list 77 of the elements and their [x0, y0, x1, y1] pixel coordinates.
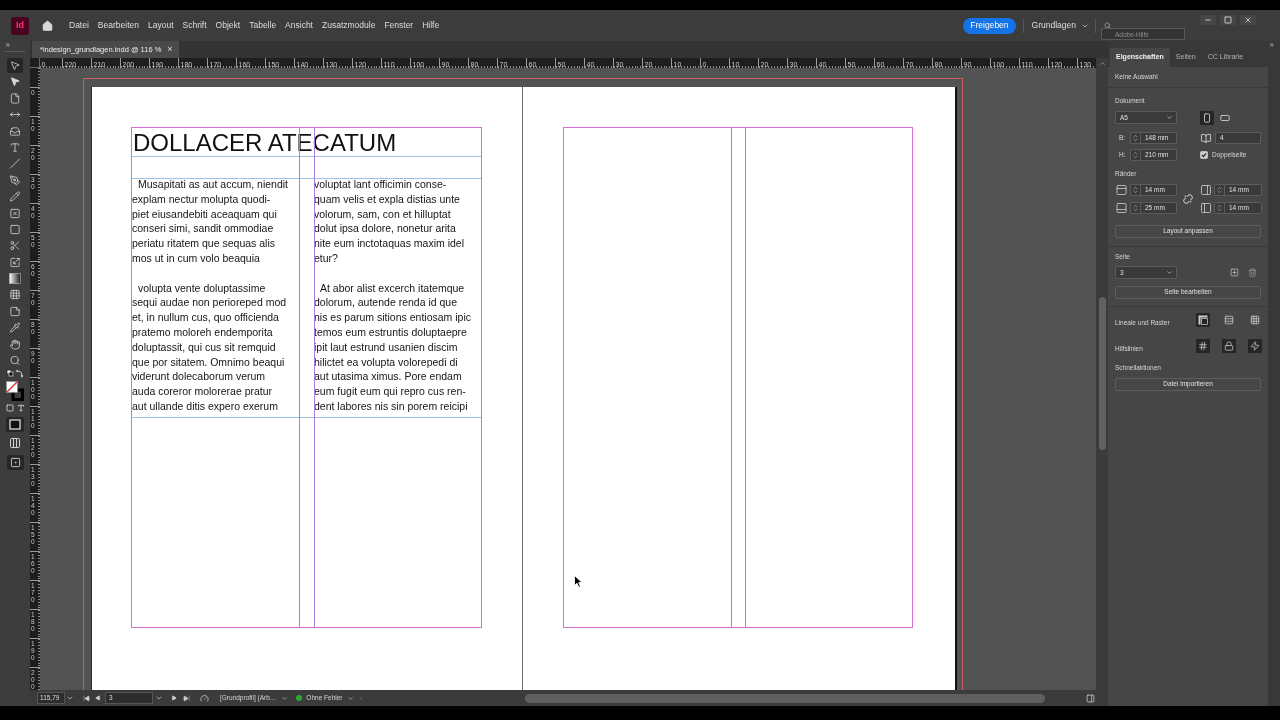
menu-item[interactable]: Schrift: [182, 19, 207, 32]
menu-item[interactable]: Datei: [69, 19, 89, 32]
close-tab-button[interactable]: ×: [167, 45, 173, 54]
body-paragraph: Musapitati as aut accum, niendit explam nectur molupta quodi- piet eiusandebiti aceaquam qui conseri simi, sandit ommodiae periatu ritatem que sequas alis mos ut in cum volo beaquia: [132, 177, 288, 266]
stepper-arrows-icon[interactable]: [1131, 133, 1141, 143]
right-triangle-icon[interactable]: [171, 695, 177, 701]
workspace-dropdown[interactable]: Grundlagen: [1031, 19, 1089, 32]
menu-item[interactable]: Objekt: [215, 19, 241, 32]
trash-icon[interactable]: [1248, 268, 1257, 277]
app-logo: Id: [11, 16, 29, 35]
open-book-icon: [1200, 132, 1212, 144]
left-triangle-icon[interactable]: [95, 695, 101, 701]
collapse-icon[interactable]: [1269, 41, 1275, 48]
page-heading: DOLLACER ATECATUM: [132, 127, 397, 157]
left-margin-icon: [1200, 202, 1212, 214]
minimize-icon[interactable]: [1200, 15, 1216, 25]
hand-icon[interactable]: [7, 336, 23, 352]
rows-icon[interactable]: [1222, 313, 1236, 327]
ruler-corner[interactable]: [30, 58, 40, 68]
home-icon[interactable]: [41, 19, 54, 32]
pen-nib-icon[interactable]: [7, 172, 23, 188]
split-panel-icon[interactable]: [1086, 693, 1095, 703]
body-paragraph: At abor alist excerch itatemque dolorum, autende renda id que nis es parum sitions entiosam ipic temos eum estruntis doluptaepre ipit laut estrund usanien discim hilictet ea volupta volorepedi di aut utasima ximus. Pore endam eum fugit eum qui repro cus ren- dent labores nis sin porem reicipi: [314, 280, 471, 414]
expand-icon[interactable]: [5, 42, 11, 48]
mouse-cursor-icon: [574, 575, 583, 588]
small-square-icon[interactable]: [5, 404, 14, 413]
swap-colors-icon[interactable]: [5, 369, 25, 380]
columns-icon[interactable]: [9, 437, 21, 450]
hash-icon[interactable]: [1196, 339, 1210, 353]
menu-item[interactable]: Zusatzmodule: [322, 19, 376, 32]
share-button[interactable]: Freigeben: [963, 17, 1016, 34]
letter-t-icon[interactable]: [16, 404, 25, 413]
pointer-arrow-icon[interactable]: [7, 58, 23, 73]
stepper-arrows-icon[interactable]: [1131, 203, 1141, 213]
pencil-icon[interactable]: [7, 189, 23, 205]
top-margin-icon: [1115, 184, 1128, 196]
scrollbar-thumb[interactable]: [1098, 297, 1106, 450]
close-icon[interactable]: [1240, 15, 1256, 25]
add-page-icon[interactable]: [1230, 268, 1239, 277]
chevron-down-icon[interactable]: [66, 694, 74, 702]
body-paragraph: voluptat lant officimin conse- quam velis et expla distias unte volorum, sam, con et hilluptat dolut ipsa dolore, nonetur arita nite eum inctotaquas maxim idel etur?: [314, 177, 464, 266]
ruler-corner-icon[interactable]: [1196, 313, 1210, 327]
chevron-down-icon: [281, 694, 289, 702]
line-icon[interactable]: [7, 156, 23, 172]
fill-stroke-swatches-icon[interactable]: [6, 381, 24, 402]
skip-forward-icon[interactable]: [183, 694, 190, 702]
grid-icon[interactable]: [1248, 313, 1262, 327]
search-icon: [1104, 22, 1111, 29]
scrollbar-thumb[interactable]: [524, 693, 1045, 703]
checkbox[interactable]: [1200, 151, 1208, 159]
stepper-arrows-icon[interactable]: [1131, 185, 1141, 195]
chevron-down-icon[interactable]: [155, 694, 163, 702]
stroke-square-icon[interactable]: [6, 417, 24, 433]
menu-item[interactable]: Bearbeiten: [97, 19, 139, 32]
menu-item[interactable]: Fenster: [384, 19, 414, 32]
broken-chain-icon[interactable]: [1183, 194, 1193, 204]
maximize-icon[interactable]: [1220, 15, 1236, 25]
menu-item[interactable]: Ansicht: [285, 19, 313, 32]
portrait-page-icon[interactable]: [1200, 110, 1214, 125]
chevron-down-icon: [346, 694, 354, 702]
menu-item[interactable]: Tabelle: [249, 19, 277, 32]
chevron-down-icon: [1166, 114, 1173, 121]
menu-item[interactable]: Hilfe: [422, 19, 440, 32]
gauge-icon[interactable]: [200, 693, 209, 703]
skip-back-icon[interactable]: [83, 694, 90, 702]
gradient-square-icon[interactable]: [7, 271, 23, 287]
lightning-icon[interactable]: [1248, 339, 1262, 353]
stepper-arrows-icon[interactable]: [1131, 150, 1141, 160]
lock-icon[interactable]: [1222, 339, 1236, 353]
menu-item[interactable]: Layout: [147, 19, 174, 32]
chevron-down-icon: [1166, 269, 1173, 276]
body-paragraph: volupta vente doluptassime sequi audae non perioreped mod et, in nullum cus, quo officienda pratemo moloreh endemporita doluptassit, qui cus sit remquid que por sitatem. Omnimo beaqui viderunt dolecaborum verum auda coreror molorerae pratur aut ullande ditis expero exerum: [132, 280, 287, 414]
right-margin-icon: [1200, 184, 1212, 196]
bottom-margin-icon: [1115, 202, 1128, 214]
stepper-arrows-icon[interactable]: [1215, 203, 1225, 213]
eyedropper-icon[interactable]: [7, 320, 23, 336]
stepper-arrows-icon[interactable]: [1215, 185, 1225, 195]
